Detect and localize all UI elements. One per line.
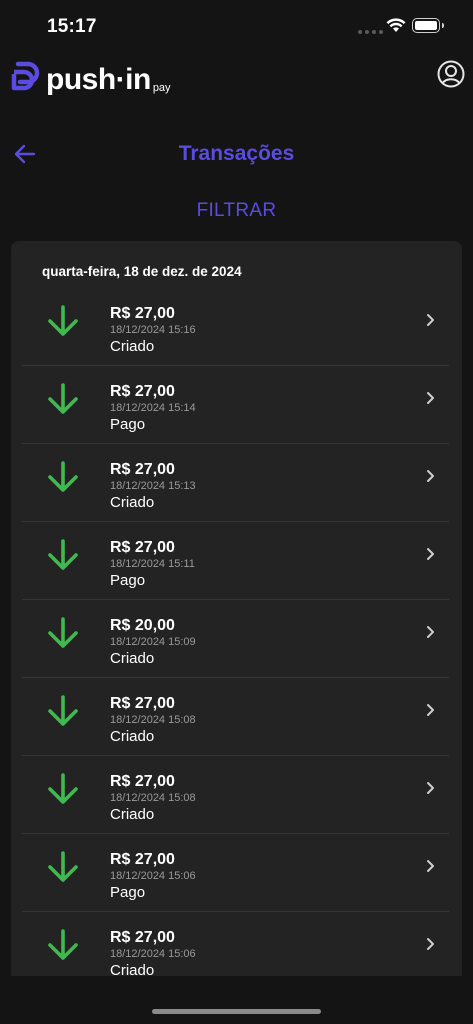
transaction-datetime: 18/12/2024 15:08 xyxy=(110,714,196,726)
status-time: 15:17 xyxy=(47,16,97,37)
transaction-row[interactable]: R$ 27,00 18/12/2024 15:11 Pago xyxy=(22,522,449,600)
chevron-right-icon xyxy=(427,704,434,716)
transaction-amount: R$ 27,00 xyxy=(110,929,175,946)
transaction-datetime: 18/12/2024 15:06 xyxy=(110,948,196,960)
transaction-amount: R$ 20,00 xyxy=(110,617,175,634)
transaction-amount: R$ 27,00 xyxy=(110,695,175,712)
arrow-down-icon xyxy=(48,773,78,804)
transaction-datetime: 18/12/2024 15:09 xyxy=(110,636,196,648)
arrow-down-icon xyxy=(48,461,78,492)
logo-mark-icon xyxy=(11,61,40,91)
signal-icon xyxy=(358,30,383,34)
brand-name: push·in xyxy=(46,63,151,96)
nav-bar: Transações xyxy=(0,130,473,178)
transaction-row[interactable]: R$ 27,00 18/12/2024 15:16 Criado xyxy=(22,288,449,366)
transaction-status: Pago xyxy=(110,884,146,901)
filter-button[interactable]: FILTRAR xyxy=(0,200,473,222)
transaction-row[interactable]: R$ 27,00 18/12/2024 15:13 Criado xyxy=(22,444,449,522)
transaction-status: Criado xyxy=(110,338,155,355)
chevron-right-icon xyxy=(427,782,434,794)
transaction-row[interactable]: R$ 27,00 18/12/2024 15:14 Pago xyxy=(22,366,449,444)
transaction-datetime: 18/12/2024 15:16 xyxy=(110,324,196,336)
page-title: Transações xyxy=(178,142,295,165)
arrow-down-icon xyxy=(48,929,78,960)
chevron-right-icon xyxy=(427,548,434,560)
transaction-status: Criado xyxy=(110,494,155,511)
transaction-status: Criado xyxy=(110,806,155,823)
arrow-down-icon xyxy=(48,383,78,414)
arrow-down-icon xyxy=(48,695,78,726)
transaction-row[interactable]: R$ 20,00 18/12/2024 15:09 Criado xyxy=(22,600,449,678)
transaction-amount: R$ 27,00 xyxy=(110,305,175,322)
brand-logo: push·in pay xyxy=(8,60,171,96)
transaction-datetime: 18/12/2024 15:11 xyxy=(110,558,195,570)
wifi-icon xyxy=(386,18,406,32)
transactions-list: R$ 27,00 18/12/2024 15:16 Criado R$ 27,0… xyxy=(22,288,449,976)
chevron-right-icon xyxy=(427,392,434,404)
arrow-down-icon xyxy=(48,851,78,882)
date-group-header: quarta-feira, 18 de dez. de 2024 xyxy=(42,264,242,279)
transaction-amount: R$ 27,00 xyxy=(110,851,175,868)
transaction-status: Pago xyxy=(110,572,146,589)
transaction-amount: R$ 27,00 xyxy=(110,383,175,400)
transaction-status: Criado xyxy=(110,650,155,667)
battery-icon xyxy=(412,18,444,33)
transaction-status: Criado xyxy=(110,962,155,976)
arrow-down-icon xyxy=(48,617,78,648)
chevron-right-icon xyxy=(427,626,434,638)
transaction-row[interactable]: R$ 27,00 18/12/2024 15:06 Pago xyxy=(22,834,449,912)
chevron-right-icon xyxy=(427,938,434,950)
arrow-down-icon xyxy=(48,305,78,336)
brand-suffix: pay xyxy=(152,82,171,94)
transactions-card: quarta-feira, 18 de dez. de 2024 R$ 27,0… xyxy=(11,241,462,976)
chevron-right-icon xyxy=(427,470,434,482)
status-bar: 15:17 xyxy=(0,0,473,54)
arrow-down-icon xyxy=(48,539,78,570)
transaction-datetime: 18/12/2024 15:08 xyxy=(110,792,196,804)
profile-icon[interactable] xyxy=(437,60,465,88)
transaction-status: Criado xyxy=(110,728,155,745)
transaction-row[interactable]: R$ 27,00 18/12/2024 15:08 Criado xyxy=(22,756,449,834)
transaction-row[interactable]: R$ 27,00 18/12/2024 15:08 Criado xyxy=(22,678,449,756)
chevron-right-icon xyxy=(427,314,434,326)
transaction-datetime: 18/12/2024 15:06 xyxy=(110,870,196,882)
transaction-datetime: 18/12/2024 15:13 xyxy=(110,480,196,492)
app-header: push·in pay xyxy=(0,54,473,104)
transaction-amount: R$ 27,00 xyxy=(110,773,175,790)
transaction-datetime: 18/12/2024 15:14 xyxy=(110,402,196,414)
transaction-amount: R$ 27,00 xyxy=(110,539,175,556)
chevron-right-icon xyxy=(427,860,434,872)
transaction-status: Pago xyxy=(110,416,146,433)
home-indicator[interactable] xyxy=(152,1009,321,1014)
transaction-amount: R$ 27,00 xyxy=(110,461,175,478)
transaction-row[interactable]: R$ 27,00 18/12/2024 15:06 Criado xyxy=(22,912,449,976)
